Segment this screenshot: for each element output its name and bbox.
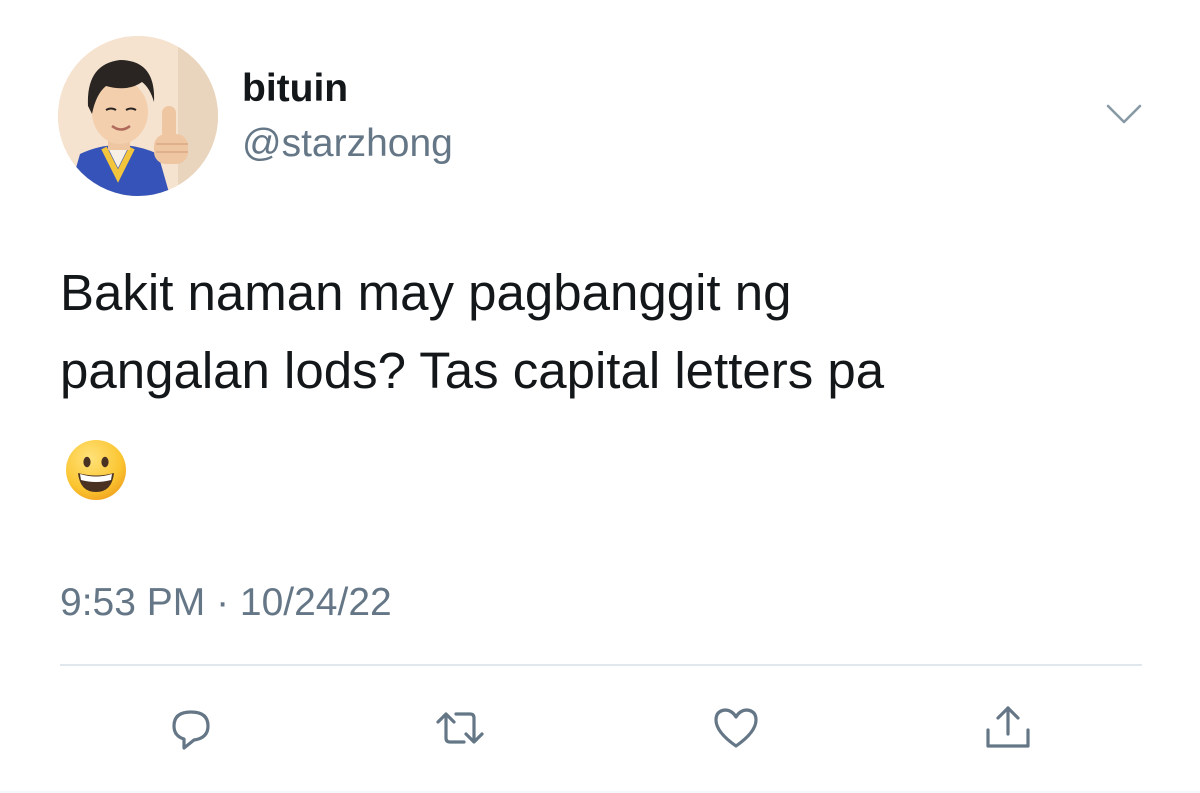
display-name[interactable]: bituin — [242, 66, 348, 112]
share-button[interactable] — [980, 700, 1036, 756]
reply-icon — [172, 710, 210, 750]
reply-button[interactable] — [164, 700, 220, 756]
retweet-icon — [436, 712, 484, 744]
avatar-image — [58, 36, 218, 196]
share-icon — [986, 706, 1030, 748]
avatar[interactable] — [58, 36, 218, 196]
tweet-card: bituin @starzhong Bakit naman may pagban… — [0, 0, 1200, 793]
tweet-text-line: Bakit naman may pagbanggit ng — [60, 264, 792, 321]
retweet-button[interactable] — [432, 700, 488, 756]
tweet-text-line: pangalan lods? Tas capital letters pa — [60, 342, 885, 399]
heart-icon — [714, 708, 758, 748]
tweet-text: Bakit naman may pagbanggit ng pangalan l… — [60, 254, 1140, 410]
user-handle[interactable]: @starzhong — [242, 121, 453, 167]
like-button[interactable] — [708, 700, 764, 756]
grinning-face-emoji-icon — [64, 438, 128, 502]
chevron-down-icon[interactable] — [1104, 100, 1144, 130]
tweet-timestamp[interactable]: 9:53 PM · 10/24/22 — [60, 580, 392, 626]
divider — [60, 664, 1142, 666]
